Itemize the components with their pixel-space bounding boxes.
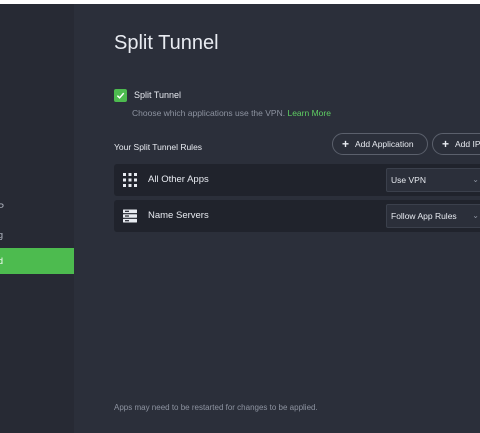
sidebar-item-1[interactable]: P [0, 194, 74, 220]
page-title: Split Tunnel [114, 32, 219, 54]
split-tunnel-label: Split Tunnel [134, 90, 182, 100]
checkmark-icon [116, 92, 125, 99]
rule-row-all-other-apps: All Other Apps Use VPN ⌄ [114, 164, 480, 196]
sidebar-item-label: P [0, 202, 5, 212]
sidebar-item-split-tunnel[interactable]: d [0, 248, 74, 274]
split-tunnel-description: Choose which applications use the VPN. L… [132, 108, 331, 118]
rule-name: Name Servers [148, 210, 209, 221]
rule-mode-value: Use VPN [391, 175, 426, 185]
add-application-label: Add Application [355, 139, 414, 149]
server-icon [123, 209, 137, 223]
sidebar-item-2[interactable]: g [0, 222, 74, 248]
add-ip-label: Add IP [455, 139, 480, 149]
sidebar-item-label: d [0, 256, 4, 266]
split-tunnel-toggle-row: Split Tunnel [114, 88, 181, 102]
rule-mode-select[interactable]: Use VPN ⌄ [386, 168, 480, 192]
add-ip-button[interactable]: + Add IP [432, 133, 480, 155]
rule-mode-value: Follow App Rules [391, 211, 457, 221]
rule-name: All Other Apps [148, 174, 209, 185]
chevron-down-icon: ⌄ [472, 175, 479, 184]
rule-mode-select[interactable]: Follow App Rules ⌄ [386, 204, 480, 228]
restart-note: Apps may need to be restarted for change… [114, 403, 318, 412]
grid-icon [123, 173, 137, 187]
plus-icon: + [342, 137, 350, 151]
plus-icon: + [442, 137, 450, 151]
sidebar: P g d [0, 4, 74, 433]
description-text: Choose which applications use the VPN. [132, 108, 286, 118]
rules-heading: Your Split Tunnel Rules [114, 142, 203, 152]
split-tunnel-checkbox[interactable] [114, 88, 127, 102]
add-application-button[interactable]: + Add Application [332, 133, 428, 155]
learn-more-link[interactable]: Learn More [287, 108, 330, 118]
app-window: P g d Split Tunnel Split Tunnel Choose w… [0, 4, 480, 433]
rule-row-name-servers: Name Servers Follow App Rules ⌄ [114, 200, 480, 232]
chevron-down-icon: ⌄ [472, 211, 479, 220]
sidebar-item-label: g [0, 230, 4, 240]
main-panel: Split Tunnel Split Tunnel Choose which a… [74, 4, 480, 433]
